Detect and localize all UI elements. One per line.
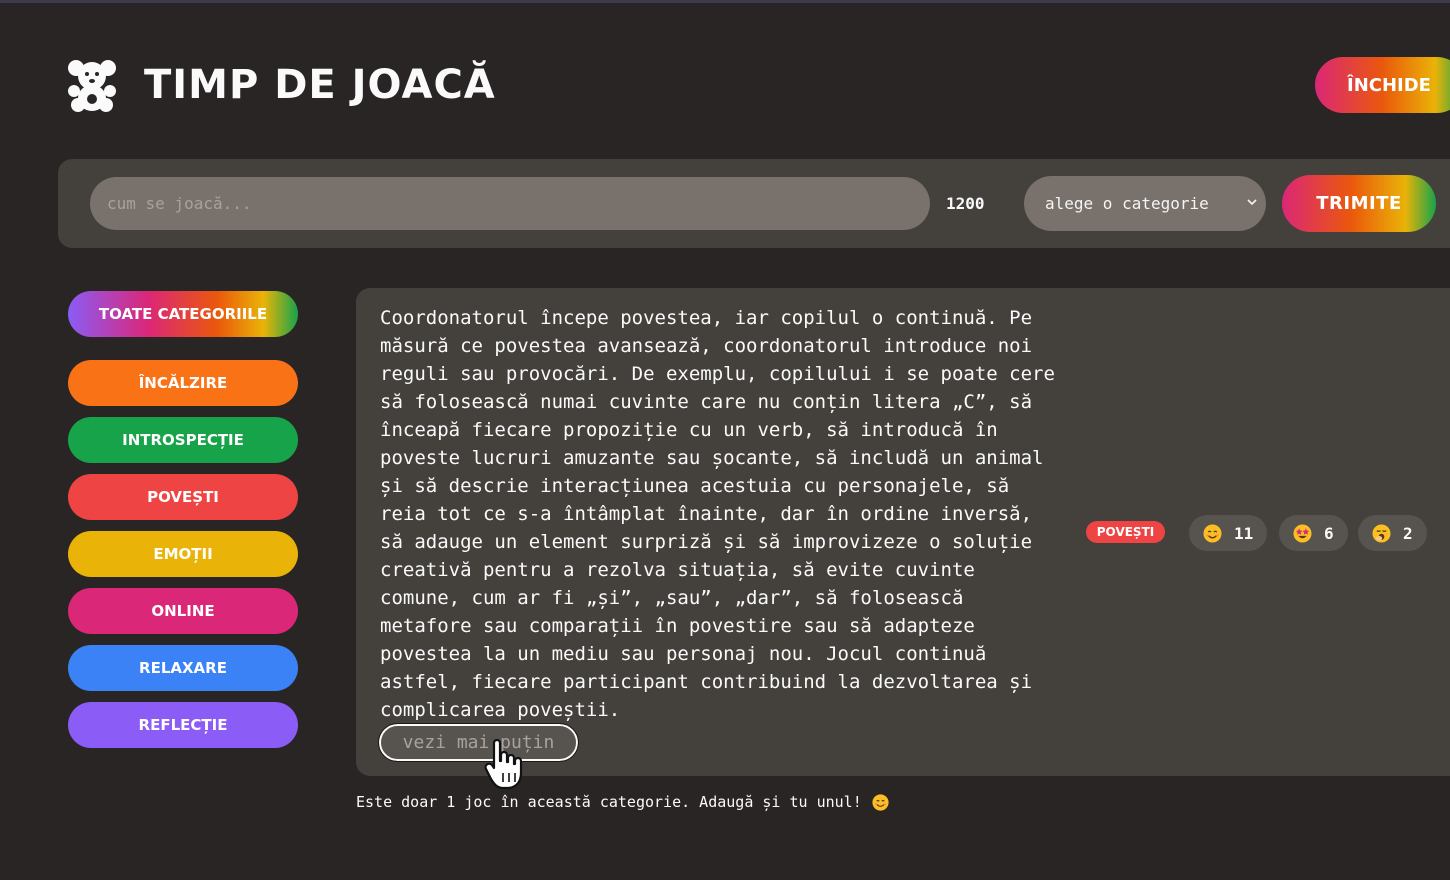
game-description-line: metafore sau comparații în povestire sau… xyxy=(380,615,975,637)
category-stories-button[interactable]: POVEȘTI xyxy=(68,474,298,520)
reaction-count: 6 xyxy=(1324,523,1334,543)
reaction-star-struck-button[interactable]: 6 xyxy=(1279,515,1348,551)
smiling-face-icon xyxy=(872,793,889,811)
category-relaxation-button[interactable]: RELAXARE xyxy=(68,645,298,691)
game-description-line: astfel, fiecare participant contribuind … xyxy=(380,671,1033,693)
brand: TIMP DE JOACĂ xyxy=(66,58,496,112)
category-reflection-button[interactable]: REFLECȚIE xyxy=(68,702,298,748)
category-warmup-button[interactable]: ÎNCĂLZIRE xyxy=(68,360,298,406)
category-count-note: Este doar 1 joc în această categorie. Ad… xyxy=(356,793,889,811)
window-top-border xyxy=(0,0,1450,3)
game-description: Coordonatorul începe povestea, iar copil… xyxy=(380,304,1070,724)
chevron-down-icon xyxy=(1247,199,1257,206)
category-select[interactable]: alege o categorie xyxy=(1024,176,1266,231)
game-description-line: să adauge un element surpriză și să impr… xyxy=(380,531,1033,553)
game-description-line: reia tot ce s-a întâmplat înainte, dar î… xyxy=(380,503,1033,525)
submit-button[interactable]: TRIMITE xyxy=(1282,175,1436,232)
reaction-count: 2 xyxy=(1403,523,1413,543)
category-emotions-button[interactable]: EMOȚII xyxy=(68,531,298,577)
teddy-bear-icon xyxy=(68,60,116,112)
game-description-line: comune, cum ar fi „și”, „sau”, „dar”, să… xyxy=(380,587,964,609)
app-title: TIMP DE JOACĂ xyxy=(144,62,496,108)
reaction-yawn-button[interactable]: 2 xyxy=(1358,515,1427,551)
show-less-button[interactable]: vezi mai puțin xyxy=(378,723,579,762)
reaction-count: 11 xyxy=(1234,523,1254,543)
category-count-text: Este doar 1 joc în această categorie. Ad… xyxy=(356,793,862,811)
game-description-line: Coordonatorul începe povestea, iar copil… xyxy=(380,307,1033,329)
category-introspection-button[interactable]: INTROSPECȚIE xyxy=(68,417,298,463)
game-description-line: creativă pentru a rezolva situația, să e… xyxy=(380,559,975,581)
game-description-line: povestea la un mediu sau personaj nou. J… xyxy=(380,643,987,665)
category-tag-badge[interactable]: POVEȘTI xyxy=(1086,521,1165,543)
category-select-value: alege o categorie xyxy=(1045,194,1209,213)
game-description-line: măsură ce povestea avansează, coordonato… xyxy=(380,335,1033,357)
game-description-line: reguli sau provocări. De exemplu, copilu… xyxy=(380,363,1055,385)
game-description-line: și să descrie interacțiunea acestuia cu … xyxy=(380,475,1010,497)
game-description-line: să folosească numai cuvinte care nu conț… xyxy=(380,391,1033,413)
reaction-smile-button[interactable]: 11 xyxy=(1189,515,1268,551)
character-counter: 1200 xyxy=(946,194,985,213)
hand-pointer-cursor-icon xyxy=(484,738,523,790)
game-description-line: poveste lucruri amuzante sau șocante, să… xyxy=(380,447,1044,469)
category-all-button[interactable]: TOATE CATEGORIILE xyxy=(68,291,298,337)
close-button[interactable]: ÎNCHIDE xyxy=(1315,57,1450,113)
yawning-face-icon xyxy=(1372,523,1391,543)
category-online-button[interactable]: ONLINE xyxy=(68,588,298,634)
game-description-input[interactable] xyxy=(90,177,930,230)
smiling-face-icon xyxy=(1203,523,1222,543)
game-description-line: înceapă fiecare propoziție cu un verb, s… xyxy=(380,419,998,441)
star-struck-face-icon xyxy=(1293,523,1312,543)
game-description-line: complicarea poveștii. xyxy=(380,699,621,721)
